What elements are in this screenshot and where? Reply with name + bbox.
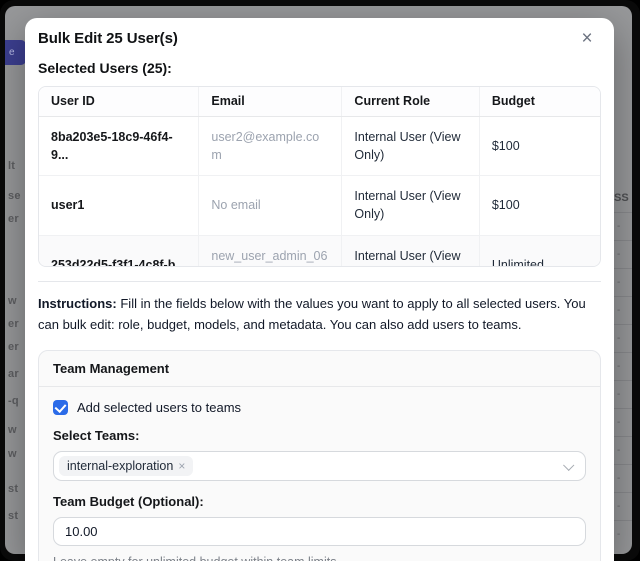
instructions-label: Instructions: — [38, 296, 117, 311]
column-header-current-role: Current Role — [342, 87, 479, 117]
selected-team-tag: internal-exploration × — [59, 456, 193, 476]
background-table-row: - — [612, 212, 632, 240]
background-text-fragment: w — [8, 448, 17, 460]
table-row: user1 No email Internal User (View Only)… — [39, 176, 600, 235]
selected-users-label: Selected Users (25): — [38, 60, 601, 76]
table-header-row: User ID Email Current Role Budget — [39, 87, 600, 117]
background-text-fragment: er — [8, 213, 19, 225]
bulk-edit-modal: Bulk Edit 25 User(s) × Selected Users (2… — [25, 18, 614, 561]
team-budget-label: Team Budget (Optional): — [53, 494, 586, 509]
role-cell: Internal User (View Only) — [342, 235, 479, 267]
team-management-title: Team Management — [39, 351, 600, 387]
team-budget-input[interactable] — [53, 517, 586, 546]
table-row: 8ba203e5-18c9-46f4-9... user2@example.co… — [39, 117, 600, 176]
checkbox-checked-icon[interactable] — [53, 400, 68, 415]
background-table-row: - — [612, 436, 632, 464]
background-column-header-fragment: SS — [612, 190, 632, 212]
column-header-user-id: User ID — [39, 87, 199, 117]
background-text-fragment: lt — [8, 160, 15, 172]
background-text-fragment: -q — [8, 395, 19, 407]
budget-cell: $100 — [479, 117, 600, 176]
budget-cell: $100 — [479, 176, 600, 235]
role-cell: Internal User (View Only) — [342, 176, 479, 235]
email-cell: No email — [199, 176, 342, 235]
user-id-cell: user1 — [39, 176, 199, 235]
background-table-row: - — [612, 352, 632, 380]
app-window: e lt se er w er er ar -q w w st st SS - … — [0, 0, 640, 561]
background-text-fragment: w — [8, 424, 17, 436]
close-icon[interactable]: × — [575, 27, 599, 51]
background-text-fragment: er — [8, 341, 19, 353]
table-row: 253d22d5-f3f1-4c8f-b... new_user_admin_0… — [39, 235, 600, 267]
team-tag-label: internal-exploration — [67, 459, 173, 473]
background-text-fragment: er — [8, 318, 19, 330]
select-teams-label: Select Teams: — [53, 428, 586, 443]
section-divider — [38, 281, 601, 282]
selected-users-table-scroll[interactable]: User ID Email Current Role Budget 8ba203… — [38, 86, 601, 267]
background-table-row: - — [612, 520, 632, 548]
add-users-checkbox-label: Add selected users to teams — [77, 400, 241, 415]
email-cell: new_user_admin_06_21_p3@xyz.com — [199, 235, 342, 267]
team-management-card: Team Management Add selected users to te… — [38, 350, 601, 561]
background-table-row: - — [612, 492, 632, 520]
role-cell: Internal User (View Only) — [342, 117, 479, 176]
remove-tag-icon[interactable]: × — [178, 460, 185, 472]
user-id-cell: 253d22d5-f3f1-4c8f-b... — [39, 235, 199, 267]
budget-hint-text: Leave empty for unlimited budget within … — [53, 555, 586, 561]
background-table-row: - — [612, 380, 632, 408]
background-table-row: - — [612, 296, 632, 324]
background-table-edge: SS - - - - - - - - - - - - — [612, 190, 632, 554]
column-header-email: Email — [199, 87, 342, 117]
background-selected-nav-item: e — [5, 40, 26, 65]
background-table-row: - — [612, 240, 632, 268]
background-text-fragment: ar — [8, 368, 19, 380]
background-text-fragment: w — [8, 295, 17, 307]
background-nav-fragment: e — [9, 47, 15, 58]
background-text-fragment: st — [8, 510, 18, 522]
budget-cell: Unlimited — [479, 235, 600, 267]
modal-title: Bulk Edit 25 User(s) — [38, 30, 601, 47]
add-users-to-teams-checkbox-row[interactable]: Add selected users to teams — [53, 400, 586, 415]
background-text-fragment: st — [8, 483, 18, 495]
teams-multiselect[interactable]: internal-exploration × — [53, 451, 586, 481]
background-table-row: - — [612, 464, 632, 492]
column-header-budget: Budget — [479, 87, 600, 117]
selected-users-table: User ID Email Current Role Budget 8ba203… — [39, 87, 600, 267]
instructions-text: Instructions: Fill in the fields below w… — [38, 294, 601, 336]
chevron-down-icon — [563, 459, 574, 470]
background-table-row: - — [612, 324, 632, 352]
background-text-fragment: se — [8, 190, 21, 202]
background-table-row: - — [612, 408, 632, 436]
background-table-row: - — [612, 268, 632, 296]
user-id-cell: 8ba203e5-18c9-46f4-9... — [39, 117, 199, 176]
email-cell: user2@example.com — [199, 117, 342, 176]
